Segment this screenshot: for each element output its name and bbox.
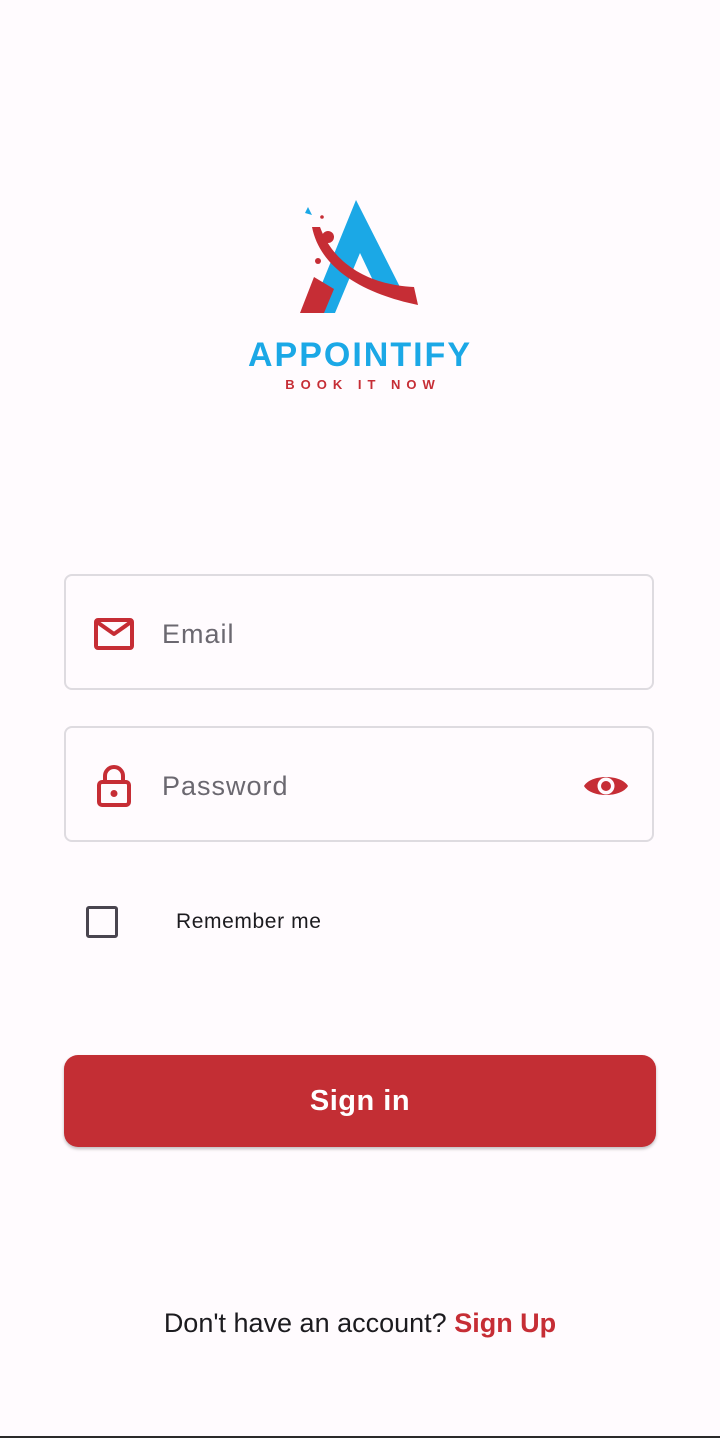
eye-icon	[584, 777, 628, 795]
logo-mark-icon	[300, 200, 418, 313]
brand-tagline: BOOK IT NOW	[285, 377, 441, 392]
remember-me-label[interactable]: Remember me	[176, 910, 321, 934]
lock-icon	[92, 764, 136, 808]
remember-me-checkbox[interactable]	[86, 906, 118, 938]
signup-prompt: Don't have an account? Sign Up	[0, 1308, 720, 1339]
signup-prompt-text: Don't have an account?	[163, 1308, 447, 1338]
show-password-button[interactable]	[582, 764, 630, 808]
password-field[interactable]	[64, 726, 654, 842]
email-input[interactable]	[162, 606, 562, 662]
app-logo: APPOINTIFY BOOK IT NOW	[0, 195, 720, 392]
email-field[interactable]	[64, 574, 654, 690]
remember-me-row: Remember me	[86, 906, 321, 938]
password-input[interactable]	[162, 758, 562, 814]
sign-up-link[interactable]: Sign Up	[454, 1308, 556, 1338]
mail-icon	[92, 612, 136, 656]
sign-in-button[interactable]: Sign in	[64, 1055, 656, 1147]
brand-name: APPOINTIFY	[247, 336, 473, 374]
